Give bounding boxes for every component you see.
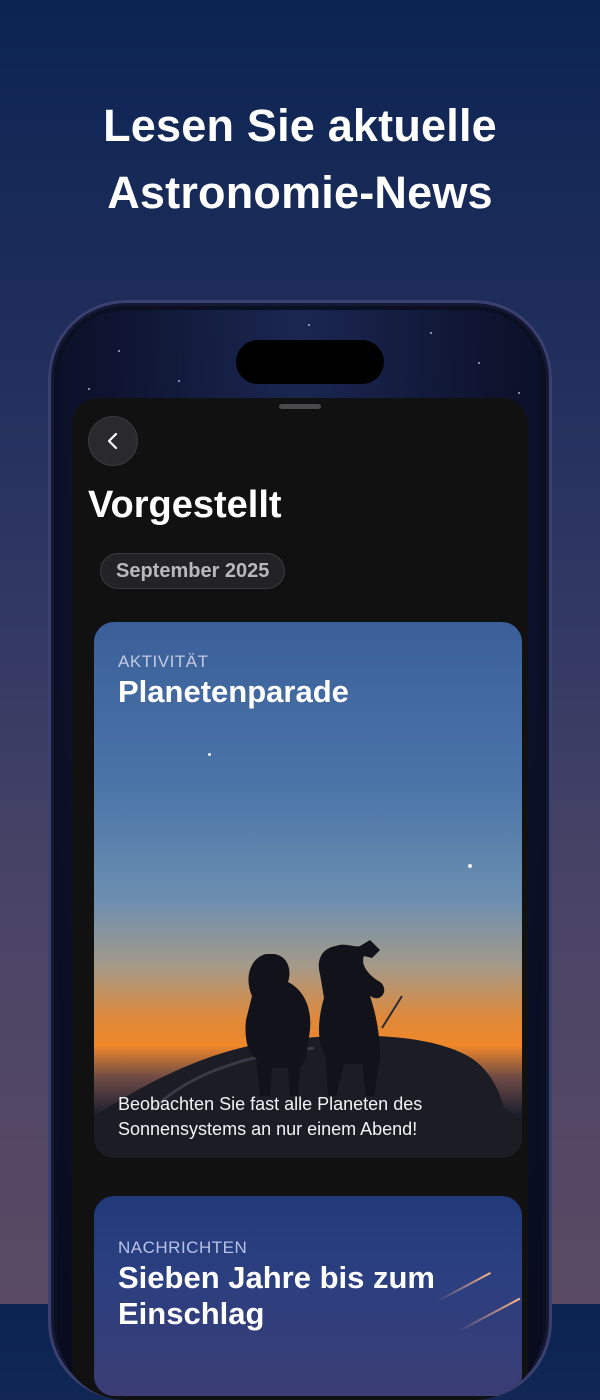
featured-sheet: Vorgestellt September 2025 AKTIVITÄT Pla… xyxy=(72,398,528,1400)
date-filter-chip[interactable]: September 2025 xyxy=(100,553,286,589)
card-category: AKTIVITÄT xyxy=(118,652,209,671)
phone-frame: Vorgestellt September 2025 AKTIVITÄT Pla… xyxy=(48,300,552,1400)
article-card-planetenparade[interactable]: AKTIVITÄT Planetenparade Beobachten Sie … xyxy=(94,622,522,1158)
planet-dot xyxy=(208,753,211,756)
page-title: Vorgestellt xyxy=(88,484,282,526)
promo-headline-line-2: Astronomie-News xyxy=(107,167,493,218)
card-description-line-2: Sonnensystems an nur einem Abend! xyxy=(118,1119,418,1139)
promo-headline-line-1: Lesen Sie aktuelle xyxy=(103,100,497,151)
back-button[interactable] xyxy=(88,416,138,466)
card-description-line-1: Beobachten Sie fast alle Planeten des xyxy=(118,1094,423,1114)
article-card-einschlag[interactable]: NACHRICHTEN Sieben Jahre bis zum Einschl… xyxy=(94,1196,522,1396)
background-star xyxy=(118,350,120,352)
phone-screen: Vorgestellt September 2025 AKTIVITÄT Pla… xyxy=(58,310,542,1400)
background-star xyxy=(308,324,310,326)
background-star xyxy=(178,380,180,382)
background-star xyxy=(430,332,432,334)
card-title: Sieben Jahre bis zum Einschlag xyxy=(118,1260,435,1331)
card-description: Beobachten Sie fast alle Planeten des So… xyxy=(118,1092,498,1142)
dynamic-island xyxy=(236,340,384,384)
background-star xyxy=(478,362,480,364)
sheet-grabber[interactable] xyxy=(279,404,321,409)
background-star xyxy=(518,392,520,394)
chevron-left-icon xyxy=(107,432,118,450)
card-title: Planetenparade xyxy=(118,674,349,709)
background-star xyxy=(88,388,90,390)
promo-headline: Lesen Sie aktuelle Astronomie-News xyxy=(0,92,600,226)
card-category: NACHRICHTEN xyxy=(118,1238,248,1257)
